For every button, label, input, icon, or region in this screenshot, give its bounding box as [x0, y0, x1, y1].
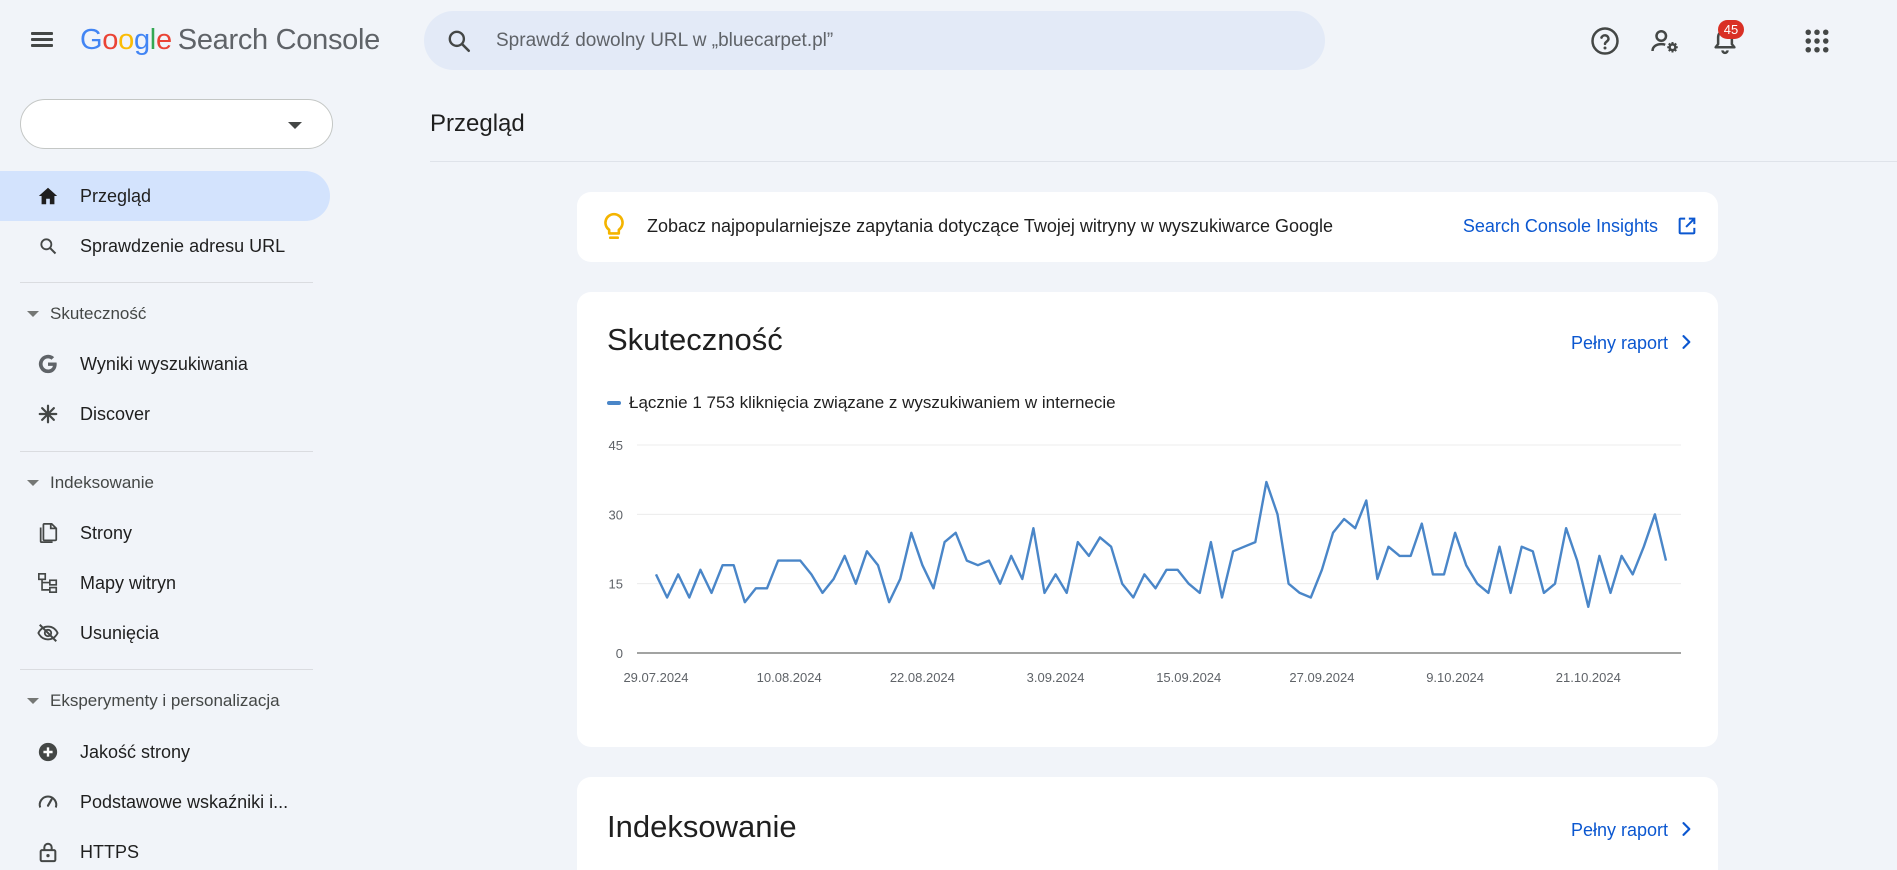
y-tick-label: 0 — [616, 646, 623, 661]
pages-icon — [36, 521, 60, 545]
sidebar-item-overview[interactable]: Przegląd — [0, 171, 330, 221]
sidebar-item-label: Jakość strony — [80, 741, 191, 762]
collapse-triangle-icon — [27, 480, 39, 486]
chevron-right-icon[interactable] — [1676, 332, 1696, 352]
x-tick-label: 27.09.2024 — [1289, 670, 1354, 685]
sidebar-item-label: Discover — [80, 403, 151, 424]
sidebar-item-label: Strony — [80, 522, 133, 543]
performance-card: Skuteczność Pełny raport Łącznie 1 753 k… — [577, 292, 1718, 747]
home-icon — [36, 184, 60, 208]
sidebar-item-label: Mapy witryn — [80, 572, 177, 593]
title-divider — [430, 161, 1897, 162]
sidebar-item-label: HTTPS — [80, 841, 140, 862]
sidebar-section-experiments[interactable]: Eksperymenty i personalizacja — [0, 683, 330, 719]
sitemap-icon — [36, 571, 60, 595]
help-icon[interactable] — [1590, 26, 1620, 56]
x-tick-label: 29.07.2024 — [623, 670, 688, 685]
account-settings-icon[interactable] — [1650, 26, 1680, 56]
logo-product-name: Search Console — [177, 24, 380, 56]
gauge-icon — [36, 790, 60, 814]
sidebar-item-sitemaps[interactable]: Mapy witryn — [0, 558, 330, 608]
x-tick-label: 3.09.2024 — [1027, 670, 1085, 685]
asterisk-icon — [36, 402, 60, 426]
y-tick-label: 45 — [609, 438, 623, 453]
sidebar-section-performance[interactable]: Skuteczność — [0, 296, 330, 332]
chevron-right-icon[interactable] — [1676, 819, 1696, 839]
insights-text: Zobacz najpopularniejsze zapytania dotyc… — [647, 216, 1333, 236]
performance-full-report-link[interactable]: Pełny raport — [1571, 333, 1668, 354]
y-tick-label: 30 — [609, 507, 623, 522]
logo-letter: g — [133, 24, 150, 56]
url-inspection-search-bar[interactable] — [424, 11, 1325, 70]
sidebar-section-label: Indeksowanie — [50, 473, 154, 492]
sidebar-item-label: Podstawowe wskaźniki i... — [80, 791, 289, 812]
logo-letter: o — [118, 24, 134, 56]
x-tick-label: 15.09.2024 — [1156, 670, 1221, 685]
x-tick-label: 9.10.2024 — [1426, 670, 1484, 685]
logo-letter: G — [80, 24, 103, 56]
google-apps-grid-icon[interactable] — [1802, 26, 1832, 56]
legend-swatch — [607, 401, 621, 405]
series-line-clicks — [654, 480, 1668, 608]
search-console-logo[interactable]: Google Search Console — [80, 24, 380, 57]
sidebar-divider — [20, 669, 313, 670]
sidebar-item-label: Usunięcia — [80, 622, 160, 643]
eye-off-icon — [36, 621, 60, 645]
sidebar-divider — [20, 282, 313, 283]
legend-label: Łącznie 1 753 kliknięcia związane z wysz… — [629, 393, 1116, 412]
sidebar-item-label: Przegląd — [80, 185, 152, 206]
top-app-bar: GoogleSearch Console 45 — [0, 0, 1897, 82]
x-tick-label: 22.08.2024 — [890, 670, 955, 685]
performance-title: Skuteczność — [607, 322, 783, 357]
indexing-title: Indeksowanie — [607, 809, 797, 844]
sidebar-section-label: Eksperymenty i personalizacja — [50, 691, 280, 710]
collapse-triangle-icon — [27, 698, 39, 704]
sidebar-item-label: Sprawdzenie adresu URL — [80, 235, 286, 256]
chart-legend: Łącznie 1 753 kliknięcia związane z wysz… — [607, 393, 1116, 413]
property-selector[interactable] — [20, 99, 333, 149]
sidebar-item-core-web-vitals[interactable]: Podstawowe wskaźniki i... — [0, 777, 330, 827]
sidebar-item-pages[interactable]: Strony — [0, 508, 330, 558]
lightbulb-icon — [604, 212, 624, 239]
clicks-line-chart: 0 15 30 45 29.07.2024 10.08.2024 22.08.2024 3.0… — [609, 438, 1681, 685]
sidebar-item-url-inspection[interactable]: Sprawdzenie adresu URL — [0, 221, 330, 271]
logo-letter: e — [155, 24, 172, 56]
google-g-icon — [36, 352, 60, 376]
search-icon — [36, 234, 60, 258]
search-icon[interactable] — [446, 28, 472, 54]
logo-letter: o — [102, 24, 119, 56]
sidebar-item-label: Wyniki wyszukiwania — [80, 353, 248, 374]
external-link-icon[interactable] — [1676, 215, 1698, 237]
sidebar-divider — [20, 451, 313, 452]
collapse-triangle-icon — [27, 311, 39, 317]
main-menu-icon[interactable] — [30, 29, 54, 53]
indexing-card: Indeksowanie Pełny raport — [577, 777, 1718, 870]
chevron-down-icon — [288, 122, 302, 129]
sidebar-section-indexing[interactable]: Indeksowanie — [0, 465, 330, 501]
sidebar-item-removals[interactable]: Usunięcia — [0, 608, 330, 658]
indexing-full-report-link[interactable]: Pełny raport — [1571, 820, 1668, 841]
insights-banner: Zobacz najpopularniejsze zapytania dotyc… — [577, 192, 1718, 262]
lock-icon — [36, 840, 60, 864]
x-tick-label: 10.08.2024 — [757, 670, 822, 685]
y-tick-label: 15 — [609, 577, 623, 592]
notifications-count-badge: 45 — [1718, 20, 1744, 39]
sidebar-section-label: Skuteczność — [50, 304, 147, 323]
sidebar-item-search-results[interactable]: Wyniki wyszukiwania — [0, 339, 330, 389]
search-console-insights-link[interactable]: Search Console Insights — [1463, 216, 1658, 237]
sidebar-item-https[interactable]: HTTPS — [0, 827, 330, 870]
sidebar-item-page-experience[interactable]: Jakość strony — [0, 727, 330, 777]
x-tick-label: 21.10.2024 — [1556, 670, 1621, 685]
sidebar-item-discover[interactable]: Discover — [0, 389, 330, 439]
page-title: Przegląd — [430, 110, 525, 137]
plus-circle-icon — [36, 740, 60, 764]
url-inspection-input[interactable] — [496, 11, 1296, 70]
